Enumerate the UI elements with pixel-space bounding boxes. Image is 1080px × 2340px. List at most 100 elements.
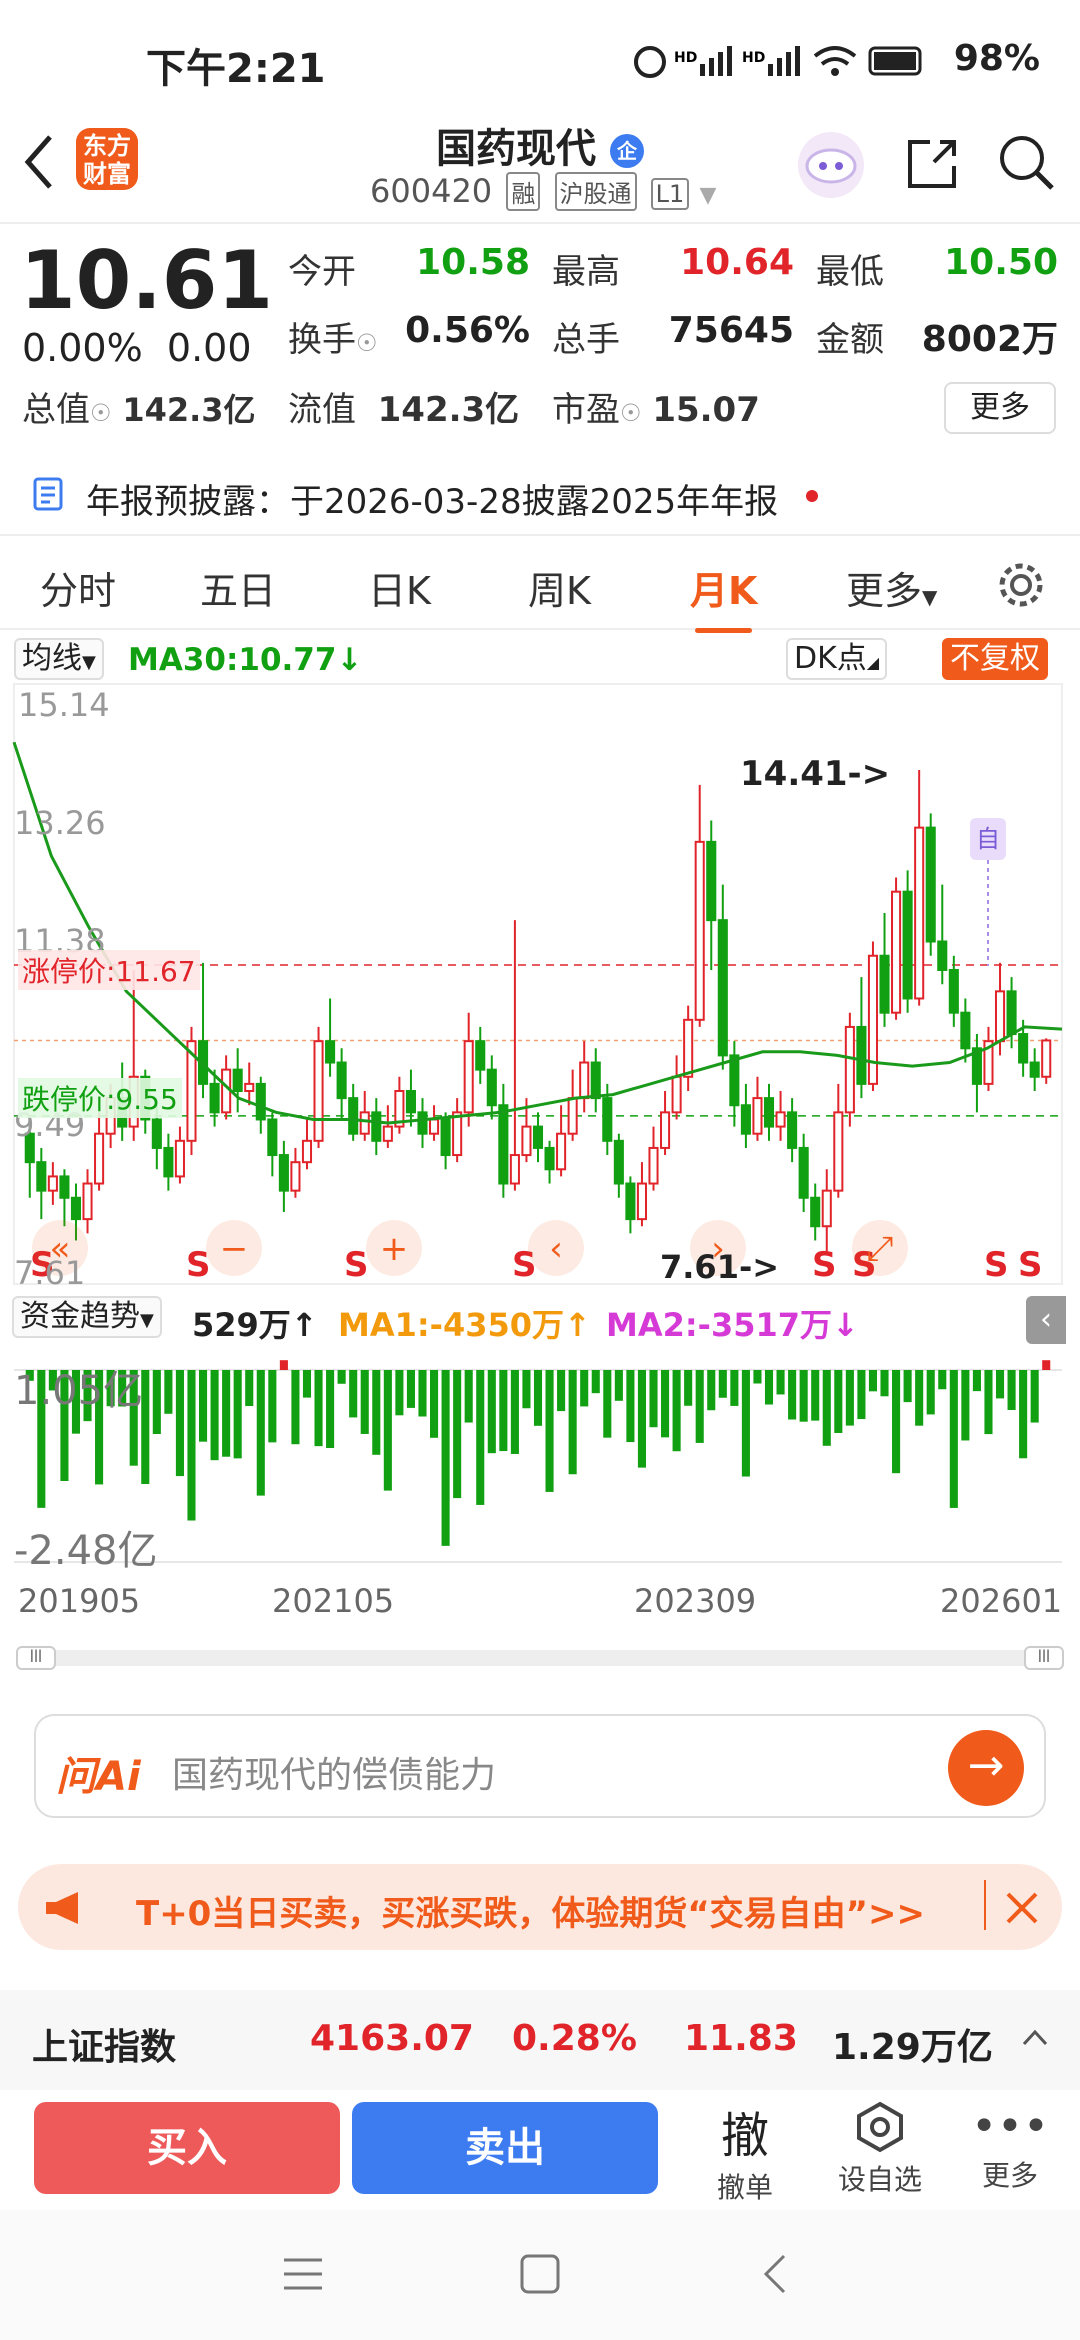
candle-body [879, 954, 890, 1014]
fund-flow-bar [580, 1370, 589, 1407]
period-tabs: 分时 五日 日K 周K 月K 更多▼ [0, 540, 1080, 633]
candle-body [440, 1118, 451, 1157]
status-time: 下午2:21 [146, 46, 326, 92]
candle-body [313, 1040, 324, 1142]
candle-body [590, 1061, 601, 1100]
ai-placeholder[interactable]: 国药现代的偿债能力 [172, 1746, 496, 1798]
price-adjust-button[interactable]: 不复权 [942, 638, 1048, 680]
close-icon[interactable] [1002, 1888, 1042, 1928]
tag-level: L1 [650, 178, 690, 210]
turnover-label[interactable]: 换手☉ [288, 312, 378, 361]
hexagon-icon [857, 2101, 903, 2153]
search-icon[interactable] [996, 132, 1056, 192]
fund-flow-bar [799, 1370, 808, 1422]
more-actions-button[interactable]: ••• 更多 [960, 2100, 1060, 2194]
candle-body [763, 1097, 775, 1128]
settings-gear-icon[interactable] [996, 560, 1046, 610]
fund-flow-bar [395, 1370, 404, 1416]
add-watchlist-button[interactable]: 设自选 [820, 2100, 940, 2198]
candle-body [994, 990, 1006, 1043]
candle-body [417, 1111, 428, 1135]
collapse-panel-icon[interactable]: ‹ [1026, 1296, 1066, 1344]
fund-flow-bar [672, 1370, 681, 1452]
cancel-label: 撤单 [716, 2171, 773, 2204]
fund-flow-bar [591, 1370, 600, 1394]
candle-body [359, 1111, 370, 1135]
sell-button[interactable]: 卖出 [352, 2102, 658, 2194]
open-label: 今开 [288, 252, 356, 292]
fund-flow-bar [984, 1370, 993, 1435]
ma-select[interactable]: 均线▼ [14, 638, 104, 680]
x-tick-2: 202105 [272, 1582, 395, 1620]
quote-panel: 10.61 0.00% 0.00 今开 10.58 最高 10.64 最低 10… [0, 222, 1080, 452]
candle-body [301, 1139, 313, 1164]
candle-body [336, 1061, 347, 1100]
more-quote-button[interactable]: 更多 [944, 382, 1056, 434]
candle-body [937, 940, 948, 971]
candle-body [636, 1182, 647, 1221]
arrow-right-icon[interactable]: → [948, 1730, 1024, 1806]
tab-more[interactable]: 更多▼ [846, 560, 937, 615]
watchlist-marker[interactable]: 自 [970, 818, 1006, 860]
chart-scrollbar[interactable]: ||| ||| [16, 1646, 1064, 1670]
candle-body [521, 1125, 532, 1157]
fund-flow-bar [545, 1370, 554, 1492]
candle-body [348, 1097, 359, 1135]
tab-weekly-k[interactable]: 周K [528, 560, 591, 615]
scroll-handle-right[interactable]: ||| [1024, 1646, 1064, 1670]
share-icon[interactable] [902, 134, 962, 194]
high-label: 最高 [552, 252, 620, 292]
candle-body [47, 1175, 58, 1192]
candle-body [498, 1104, 509, 1185]
buy-button[interactable]: 买入 [34, 2102, 340, 2194]
tag-connect: 沪股通 [554, 172, 637, 211]
fund-flow-bar [949, 1370, 958, 1508]
dk-point-button[interactable]: DK点◢ [786, 638, 888, 680]
fund-flow-bar [938, 1370, 947, 1390]
kline-chart[interactable]: SSSSSSSS«−+‹›⤢ 15.14 13.26 11.38 9.49 7.… [0, 682, 1080, 1682]
amount-label: 金额 [816, 320, 884, 360]
fund-flow-bar [557, 1370, 566, 1412]
tab-five-day[interactable]: 五日 [200, 560, 276, 615]
chevron-down-icon[interactable]: ▼ [699, 183, 716, 208]
candle-body [683, 1018, 694, 1078]
home-icon[interactable] [518, 2252, 562, 2296]
x-tick-1: 201905 [18, 1582, 141, 1620]
cancel-order-button[interactable]: 撤 撤单 [690, 2096, 800, 2206]
fund-flow-bar [614, 1370, 623, 1401]
fund-flow-bar [360, 1370, 369, 1434]
market-cap[interactable]: 总值☉ 142.3亿 [22, 382, 256, 431]
high-value: 10.64 [680, 242, 794, 283]
fund-flow-bar [903, 1370, 912, 1403]
tab-monthly-k[interactable]: 月K [690, 560, 757, 633]
fund-flow-ymin: -2.48亿 [14, 1528, 158, 1574]
index-name: 上证指数 [32, 2027, 177, 2068]
notice-text: 年报预披露：于2026-03-28披露2025年年报 [86, 482, 779, 522]
kline-svg[interactable]: SSSSSSSS«−+‹›⤢ [0, 682, 1080, 1682]
ai-question-box[interactable]: 问Ai 国药现代的偿债能力 → [34, 1714, 1046, 1818]
fund-flow-bar [510, 1370, 519, 1454]
robot-avatar-icon[interactable] [796, 130, 866, 200]
fund-flow-bar [499, 1370, 508, 1452]
system-nav-bar [0, 2210, 1080, 2340]
tab-daily-k[interactable]: 日K [368, 560, 431, 615]
scroll-handle-left[interactable]: ||| [16, 1646, 56, 1670]
y-tick-1: 15.14 [18, 686, 110, 724]
fund-flow-select[interactable]: 资金趋势▼ [12, 1296, 162, 1338]
fund-flow-bar [845, 1370, 854, 1426]
menu-icon[interactable] [280, 2254, 326, 2294]
fund-flow-bar [868, 1370, 878, 1392]
market-index-bar[interactable]: 上证指数 4163.07 0.28% 11.83 1.29万亿 [0, 1990, 1080, 2090]
candle-body [59, 1175, 70, 1199]
candle-body [94, 1132, 105, 1185]
back-nav-icon[interactable] [760, 2252, 790, 2296]
pe-ratio[interactable]: 市盈☉ 15.07 [552, 382, 760, 431]
fund-flow-bar [464, 1370, 473, 1423]
promo-banner[interactable]: T+0当日买卖，买涨买跌，体验期货“交易自由”>> [18, 1864, 1062, 1950]
x-tick-3: 202309 [634, 1582, 757, 1620]
tab-intraday[interactable]: 分时 [40, 560, 116, 615]
chevron-up-icon[interactable] [1020, 2026, 1050, 2050]
status-bar: 下午2:21 HD HD 98% [0, 0, 1080, 120]
y-tick-2: 13.26 [14, 804, 106, 842]
annual-report-notice[interactable]: 年报预披露：于2026-03-28披露2025年年报 [0, 450, 1080, 536]
